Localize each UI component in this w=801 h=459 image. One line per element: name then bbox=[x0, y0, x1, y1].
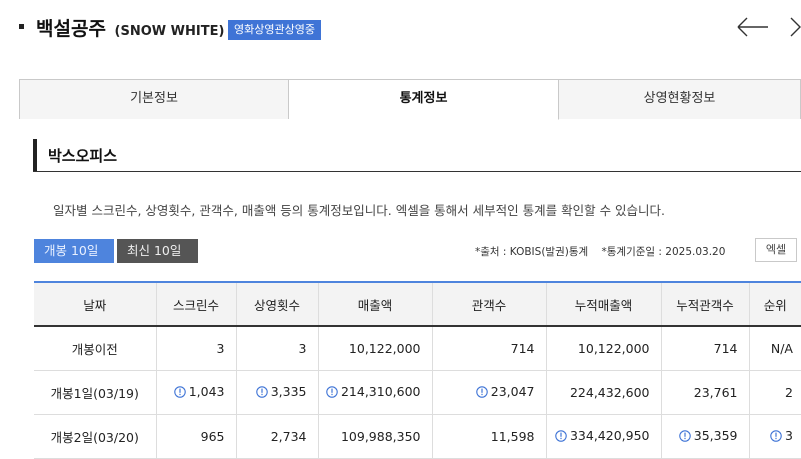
table-header-row: 날짜 스크린수 상영횟수 매출액 관객수 누적매출액 누적관객수 순위 bbox=[34, 281, 801, 327]
cell-value: 35,359 bbox=[693, 427, 738, 443]
source-provider: *출처 : KOBIS(발권)통계 bbox=[475, 246, 589, 258]
movie-title: 백설공주 (SNOW WHITE) bbox=[36, 14, 224, 41]
cell-date: 개봉2일(03/20) bbox=[50, 429, 139, 445]
cell-audience: 11,598 bbox=[431, 414, 546, 458]
cell-screens: 965 bbox=[155, 414, 236, 458]
tab-statistics[interactable]: 통계정보 bbox=[289, 79, 559, 120]
movie-header: 백설공주 (SNOW WHITE) 영화상영관상영중 bbox=[0, 0, 801, 58]
tab-screening-status[interactable]: 상영현황정보 bbox=[559, 79, 801, 119]
tab-basic-info[interactable]: 기본정보 bbox=[19, 79, 289, 119]
movie-title-en: (SNOW WHITE) bbox=[114, 24, 225, 39]
section-description: 일자별 스크린수, 상영횟수, 관객수, 매출액 등의 통계정보입니다. 엑셀을… bbox=[53, 203, 666, 218]
header-cum-audience: 누적관객수 bbox=[660, 281, 749, 327]
cell-value: 23,047 bbox=[490, 383, 535, 399]
info-circle-icon[interactable] bbox=[476, 385, 488, 401]
section-accent-bar bbox=[33, 139, 37, 171]
cell-rank: 3 bbox=[748, 414, 801, 458]
cell-value: 214,310,600 bbox=[340, 383, 421, 399]
info-tabs: 기본정보 통계정보 상영현황정보 bbox=[19, 79, 801, 120]
section-title: 박스오피스 bbox=[48, 147, 118, 165]
cell-cum-revenue: 224,432,600 bbox=[545, 370, 661, 414]
table-row: 개봉2일(03/20) 965 2,734 109,988,350 11,598… bbox=[34, 414, 801, 458]
header-cum-revenue: 누적매출액 bbox=[545, 281, 661, 327]
header-date: 날짜 bbox=[34, 281, 156, 327]
info-circle-icon[interactable] bbox=[679, 429, 691, 445]
cell-shows: 3 bbox=[235, 326, 318, 370]
cell-value: 1,043 bbox=[188, 383, 225, 399]
cell-audience: 23,047 bbox=[431, 370, 546, 414]
header-rank: 순위 bbox=[748, 281, 801, 327]
header-shows: 상영횟수 bbox=[235, 281, 318, 327]
cell-date: 개봉1일(03/19) bbox=[50, 385, 139, 401]
cell-screens: 1,043 bbox=[155, 370, 236, 414]
header-audience: 관객수 bbox=[431, 281, 546, 327]
table-row: 개봉1일(03/19) 1,043 3,335 214,310,600 23,0… bbox=[34, 370, 801, 414]
cell-rank: N/A bbox=[748, 326, 801, 370]
source-base-date: *통계기준일 : 2025.03.20 bbox=[601, 246, 726, 258]
info-circle-icon[interactable] bbox=[326, 385, 338, 401]
cell-rank: 2 bbox=[748, 370, 801, 414]
movie-title-ko: 백설공주 bbox=[36, 18, 106, 40]
table-row: 개봉이전 3 3 10,122,000 714 10,122,000 714 N… bbox=[34, 326, 801, 370]
cell-audience: 714 bbox=[431, 326, 546, 370]
cell-screens: 3 bbox=[155, 326, 236, 370]
source-info: *출처 : KOBIS(발권)통계 *통계기준일 : 2025.03.20 bbox=[475, 244, 725, 259]
cell-value: 334,420,950 bbox=[569, 427, 650, 443]
boxoffice-table: 날짜 스크린수 상영횟수 매출액 관객수 누적매출액 누적관객수 순위 개봉이전… bbox=[34, 281, 801, 459]
cell-revenue: 214,310,600 bbox=[317, 370, 432, 414]
latest-10-days-button[interactable]: 최신 10일 bbox=[117, 239, 198, 263]
status-badge: 영화상영관상영중 bbox=[228, 20, 321, 40]
info-circle-icon[interactable] bbox=[173, 385, 186, 401]
excel-download-button[interactable]: 엑셀 bbox=[755, 238, 797, 262]
cell-cum-revenue: 10,122,000 bbox=[545, 326, 661, 370]
cell-revenue: 10,122,000 bbox=[317, 326, 432, 370]
arrow-left-icon[interactable] bbox=[735, 12, 771, 42]
chevron-right-icon[interactable] bbox=[786, 12, 801, 42]
cell-shows: 3,335 bbox=[235, 370, 318, 414]
cell-cum-audience: 714 bbox=[660, 326, 749, 370]
title-bullet bbox=[19, 24, 24, 29]
cell-cum-audience: 23,761 bbox=[660, 370, 749, 414]
cell-cum-audience: 35,359 bbox=[660, 414, 749, 458]
opening-10-days-button[interactable]: 개봉 10일 bbox=[34, 239, 114, 263]
header-screens: 스크린수 bbox=[155, 281, 236, 327]
info-circle-icon[interactable] bbox=[255, 385, 268, 401]
cell-date: 개봉이전 bbox=[71, 341, 118, 357]
cell-shows: 2,734 bbox=[235, 414, 318, 458]
cell-revenue: 109,988,350 bbox=[317, 414, 432, 458]
cell-cum-revenue: 334,420,950 bbox=[545, 414, 661, 458]
header-revenue: 매출액 bbox=[317, 281, 432, 327]
boxoffice-section-header: 박스오피스 bbox=[33, 139, 801, 172]
info-circle-icon[interactable] bbox=[555, 429, 567, 445]
cell-value: 3 bbox=[785, 427, 793, 443]
cell-value: 3,335 bbox=[270, 383, 307, 399]
info-circle-icon[interactable] bbox=[770, 429, 782, 445]
